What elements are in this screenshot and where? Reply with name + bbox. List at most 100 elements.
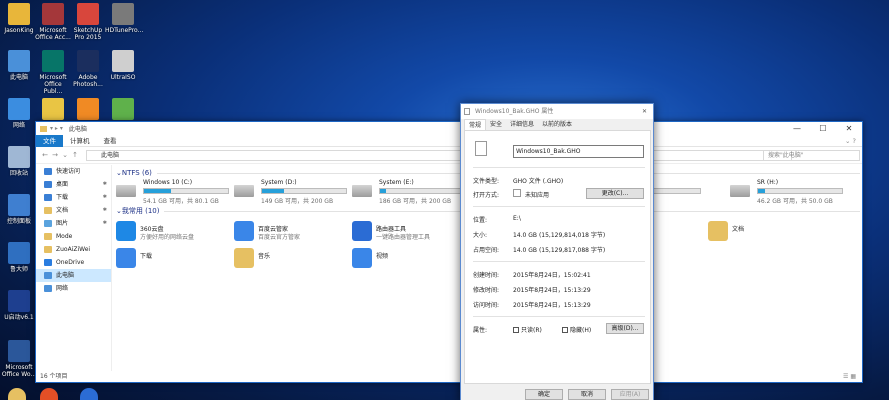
desktop-icon[interactable]: SketchUp Pro 2015 [70,3,106,41]
nav-item[interactable]: 图片 ✱ [36,217,111,230]
desktop-icon[interactable]: Adobe Photosh... [70,50,106,88]
nav-item-label: 文档 [56,207,69,214]
recent-chevron-icon[interactable]: ⌄ [60,151,70,159]
nav-item[interactable]: Mode [36,230,111,243]
address-bar-row: ← → ⌄ ↑ 此电脑 搜索"此电脑" [36,147,862,164]
desktop-icon[interactable]: 此电脑 [1,50,37,81]
app-icon [112,3,134,25]
readonly-checkbox-box[interactable] [513,327,519,333]
favorite-item[interactable]: 360云盘 方便好用的网络云盘 [116,221,231,243]
nav-item[interactable]: 桌面 ✱ [36,178,111,191]
drive-usage-bar [261,188,347,194]
tab-general[interactable]: 常规 [464,119,487,130]
window-title: 此电脑 [68,126,87,133]
favorite-item[interactable]: 视频 [352,248,467,270]
ok-button[interactable]: 确定 [525,389,563,400]
view-toggle-icons[interactable]: ☰ ▦ [843,373,856,380]
tab-security[interactable]: 安全 [486,119,506,130]
desktop-icon[interactable] [35,98,71,122]
desktop-icon[interactable] [70,98,106,122]
desktop-icon[interactable]: 鲁大师 [1,242,37,273]
search-input[interactable]: 搜索"此电脑" [763,150,860,161]
desktop-icon[interactable]: 网络 [1,98,37,129]
explorer-titlebar[interactable]: ▾ ▸ ▾ 此电脑 — ☐ ✕ [36,122,862,135]
filename-input[interactable]: Windows10_Bak.GHO [513,145,644,158]
dialog-tabs: 常规 安全 详细信息 以前的版本 [461,119,653,130]
desktop-icon-label: HDTunePro... [105,27,144,34]
size-label: 大小: [473,232,488,239]
group-ntfs-label: NTFS (6) [121,169,152,177]
file-icon-small [464,108,470,115]
forward-arrow-icon[interactable]: → [50,151,60,159]
app-icon [42,98,64,120]
nav-item[interactable]: 网络 [36,282,111,295]
tab-file[interactable]: 文件 [36,134,63,147]
minimize-button[interactable]: — [784,122,810,135]
nav-item[interactable]: 下载 ✱ [36,191,111,204]
desktop-icon[interactable]: JasonKing [1,3,37,34]
navigation-pane: 快速访问 桌面 ✱ 下载 ✱ 文档 ✱ 图片 ✱ Mode ZuoAiZiWei OneDrive 此电… [36,165,112,371]
nav-item[interactable]: 文档 ✱ [36,204,111,217]
drive-name: System (E:) [379,179,414,186]
drive-item[interactable]: SR (H:) 46.2 GB 可用，共 50.0 GB [730,179,848,205]
nav-item[interactable]: ZuoAiZiWei [36,243,111,256]
cancel-button[interactable]: 取消 [568,389,606,400]
favorite-item[interactable]: 路由器工具 一键路由器管理工具 [352,221,467,243]
favorite-item[interactable]: 百度云管家 百度云官方管家 [234,221,349,243]
drive-item[interactable]: System (D:) 149 GB 可用，共 200 GB [234,179,352,205]
tab-computer[interactable]: 计算机 [63,135,97,147]
folder-icon [44,181,52,188]
group-fav-label: 我常用 (10) [121,207,160,215]
desktop-icon-label: 回收站 [9,170,28,177]
hidden-checkbox-box[interactable] [562,327,568,333]
nav-item[interactable]: 快速访问 [36,165,111,178]
dialog-title: Windows10_Bak.GHO 属性 [475,108,554,115]
close-button[interactable]: ✕ [836,122,862,135]
apply-button[interactable]: 应用(A) [611,389,649,400]
app-icon [112,50,134,72]
nav-item[interactable]: OneDrive [36,256,111,269]
back-arrow-icon[interactable]: ← [40,151,50,159]
desktop-icon[interactable]: U启动v6.1 [1,290,37,321]
favorite-item[interactable]: 下载 [116,248,231,270]
quick-access-toolbar[interactable]: ▾ ▸ ▾ [50,125,63,132]
change-button[interactable]: 更改(C)... [586,188,644,199]
taskbar-app-icon[interactable] [40,388,58,400]
favorite-item[interactable]: 音乐 [234,248,349,270]
tab-previous-versions[interactable]: 以前的版本 [538,119,576,130]
desktop-icon[interactable]: HDTunePro... [105,3,144,34]
drive-usage-bar [379,188,465,194]
desktop-icon-label: 此电脑 [9,74,28,81]
desktop-icon[interactable] [105,98,141,122]
drive-item[interactable]: System (E:) 186 GB 可用，共 200 GB [352,179,470,205]
desktop-icon[interactable]: UltraISO [105,50,141,81]
nav-item[interactable]: 此电脑 [36,269,111,282]
drive-name: System (D:) [261,179,297,186]
dialog-close-button[interactable]: ✕ [642,104,647,119]
app-icon [8,194,30,216]
readonly-checkbox[interactable]: 只读(R) [513,325,542,334]
taskbar-app-icon[interactable] [80,388,98,400]
address-input[interactable]: 此电脑 [86,150,792,161]
nav-item-label: OneDrive [56,259,85,266]
app-icon [77,3,99,25]
desktop-icon[interactable]: 控制面板 [1,194,37,225]
maximize-button[interactable]: ☐ [810,122,836,135]
advanced-button[interactable]: 高级(D)... [606,323,644,334]
desktop-icon[interactable]: Microsoft Office Acc... [35,3,71,41]
expand-ribbon-icon[interactable]: ⌄ ? [845,137,856,145]
desktop-icon[interactable]: 回收站 [1,146,37,177]
taskbar-app-icon[interactable] [8,388,26,400]
tab-details[interactable]: 详细信息 [506,119,538,130]
tab-view[interactable]: 查看 [97,135,124,147]
favorite-desc: 方便好用的网络云盘 [140,234,195,241]
drive-item[interactable]: Windows 10 (C:) 54.1 GB 可用，共 80.1 GB [116,179,234,205]
desktop-icon[interactable]: Microsoft Office Publ... [35,50,71,95]
address-path: 此电脑 [101,152,120,159]
favorite-item[interactable]: 文档 [708,221,823,243]
desktop-icon[interactable]: Microsoft Office Wo... [1,340,37,378]
dialog-titlebar[interactable]: Windows10_Bak.GHO 属性 ✕ [461,104,653,119]
hidden-checkbox[interactable]: 隐藏(H) [562,325,591,334]
up-arrow-icon[interactable]: ↑ [70,151,80,159]
shortcut-icon [234,248,254,268]
